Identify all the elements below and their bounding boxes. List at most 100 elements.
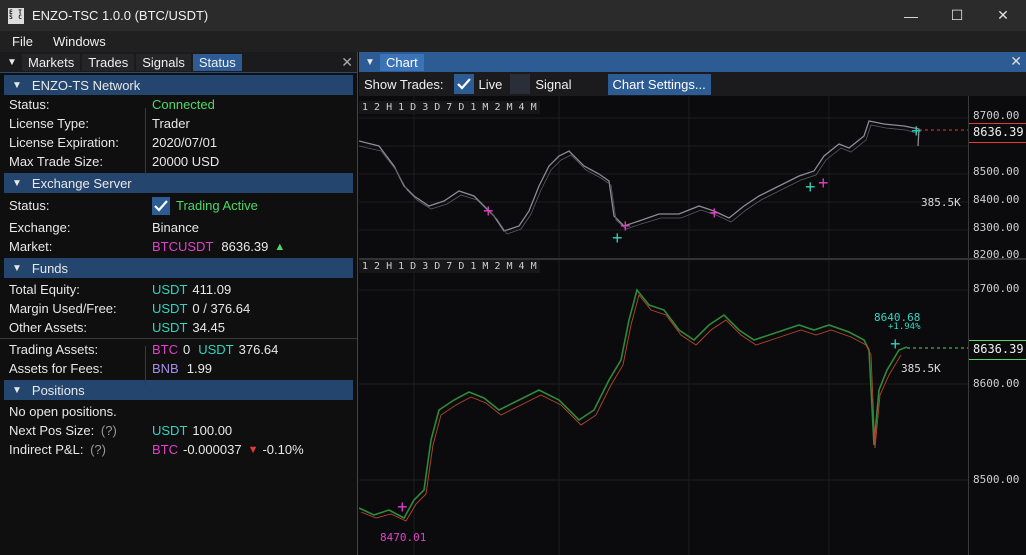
section-title: ENZO-TS Network xyxy=(31,77,141,93)
label: Status: xyxy=(9,97,50,112)
label: Margin Used/Free: xyxy=(9,301,117,316)
bottom-chart-svg xyxy=(358,260,968,555)
menu-file[interactable]: File xyxy=(4,34,41,49)
margin-value: 0 / 376.64 xyxy=(192,301,251,316)
bottom-price-axis: 8700.00 8600.00 8500.00 8636.39 xyxy=(968,260,1026,555)
section-network-header[interactable]: ▼ ENZO-TS Network xyxy=(4,75,353,95)
collapse-arrow-icon: ▼ xyxy=(12,79,22,91)
currency: USDT xyxy=(152,301,188,316)
tab-markets[interactable]: Markets xyxy=(22,53,81,71)
label: Assets for Fees: xyxy=(9,361,103,376)
section-exchange-header[interactable]: ▼ Exchange Server xyxy=(4,173,353,193)
trading-btc-value: 0 xyxy=(183,342,191,357)
top-volume-note: 385.5K xyxy=(921,196,961,209)
label: License Type: xyxy=(9,116,89,131)
checkmark-icon[interactable] xyxy=(152,196,170,215)
close-panel-icon[interactable]: ✕ xyxy=(1010,53,1022,70)
trading-assets-cell: BTC 0 USDT 376.64 xyxy=(152,342,278,357)
axis-label: 8600.00 xyxy=(973,377,1020,390)
market-price: 8636.39 xyxy=(221,239,269,254)
tab-trades[interactable]: Trades xyxy=(82,53,135,71)
collapse-arrow-icon: ▼ xyxy=(12,262,22,274)
price-down-arrow-icon: ▼ xyxy=(247,443,259,456)
market-symbol[interactable]: BTCUSDT xyxy=(152,239,213,254)
label: Other Assets: xyxy=(9,320,88,335)
label: Next Pos Size: xyxy=(9,423,95,438)
collapse-arrow-icon: ▼ xyxy=(12,384,22,396)
total-equity-cell: USDT 411.09 xyxy=(152,282,231,297)
chart-settings-button[interactable]: Chart Settings... xyxy=(607,73,711,95)
max-trade-row: Max Trade Size: 20000 USD xyxy=(0,152,357,171)
section-funds-header[interactable]: ▼ Funds xyxy=(4,258,353,278)
fees-cell: BNB 1.99 xyxy=(152,361,212,376)
bottom-price-tag: 8636.39 xyxy=(971,342,1025,358)
axis-label: 8500.00 xyxy=(973,473,1020,486)
section-positions-header[interactable]: ▼ Positions xyxy=(4,380,353,400)
signal-checkbox[interactable] xyxy=(510,74,531,94)
label: Indirect P&L: xyxy=(9,442,84,457)
live-label: Live xyxy=(478,76,503,92)
trading-assets-row: Trading Assets: BTC 0 USDT 376.64 xyxy=(0,340,357,359)
live-checkbox[interactable] xyxy=(453,74,474,94)
tab-menu-icon[interactable]: ▼ xyxy=(362,54,378,70)
label: Status: xyxy=(9,198,50,213)
timeframe-selector-top[interactable]: 1 2 H 1 D 3 D 7 D 1 M 2 M 4 M xyxy=(359,101,540,114)
help-icon[interactable]: (?) xyxy=(90,442,106,457)
trade-marker-icon[interactable]: + xyxy=(709,204,720,222)
label: Exchange: xyxy=(9,220,71,235)
currency: BTC xyxy=(152,442,178,457)
max-trade-value: 20000 USD xyxy=(152,154,220,169)
axis-label: 8400.00 xyxy=(973,193,1020,206)
status-panel: ▼ Markets Trades Signals Status ✕ ▼ ENZO… xyxy=(0,52,358,555)
other-assets-cell: USDT 34.45 xyxy=(152,320,225,335)
help-icon[interactable]: (?) xyxy=(101,423,117,438)
pnl-percent: -0.10% xyxy=(262,442,304,457)
currency: USDT xyxy=(152,320,188,335)
price-up-arrow-icon: ▲ xyxy=(274,240,286,253)
timeframe-selector-bottom[interactable]: 1 2 H 1 D 3 D 7 D 1 M 2 M 4 M xyxy=(359,260,540,273)
section-title: Positions xyxy=(31,382,85,398)
app-logo-icon: E T S C xyxy=(8,7,24,24)
top-price-axis: 8700.00 8500.00 8400.00 8300.00 8200.00 … xyxy=(968,96,1026,261)
axis-label: 8700.00 xyxy=(973,109,1020,122)
trading-usdt-value: 376.64 xyxy=(238,342,279,357)
trade-marker-icon[interactable]: + xyxy=(911,122,922,140)
top-chart[interactable] xyxy=(358,96,968,258)
pnl-label-cell: Indirect P&L: (?) xyxy=(9,442,106,457)
menu-windows[interactable]: Windows xyxy=(45,34,114,49)
tab-menu-icon[interactable]: ▼ xyxy=(4,54,20,70)
license-expiration-row: License Expiration: 2020/07/01 xyxy=(0,133,357,152)
trade-marker-icon[interactable]: + xyxy=(890,335,901,353)
minimize-button[interactable]: — xyxy=(888,0,934,31)
close-window-button[interactable]: ✕ xyxy=(980,0,1026,31)
show-trades-label: Show Trades: xyxy=(364,76,444,92)
collapse-arrow-icon: ▼ xyxy=(12,177,22,189)
no-positions-row: No open positions. xyxy=(0,402,357,421)
maximize-button[interactable]: ☐ xyxy=(934,0,980,31)
close-panel-icon[interactable]: ✕ xyxy=(341,54,353,71)
pnl-row: Indirect P&L: (?) BTC -0.000037 ▼ -0.10% xyxy=(0,440,357,459)
trade-marker-icon[interactable]: + xyxy=(818,174,829,192)
title-bar: E T S C ENZO-TSC 1.0.0 (BTC/USDT) — ☐ ✕ xyxy=(0,0,1026,31)
trade-marker-icon[interactable]: + xyxy=(397,498,408,516)
chart-tab-bar: ▼ Chart ✕ xyxy=(359,52,1026,72)
signal-label: Signal xyxy=(535,76,572,92)
bottom-chart[interactable] xyxy=(358,260,968,555)
tab-chart[interactable]: Chart xyxy=(380,53,424,71)
tab-signals[interactable]: Signals xyxy=(136,53,191,71)
trade-marker-icon[interactable]: + xyxy=(612,229,623,247)
trade-marker-icon[interactable]: + xyxy=(805,178,816,196)
pnl-cell: BTC -0.000037 ▼ -0.10% xyxy=(152,442,304,457)
trade-marker-icon[interactable]: + xyxy=(483,202,494,220)
label: Total Equity: xyxy=(9,282,80,297)
no-positions-text: No open positions. xyxy=(9,404,117,419)
section-title: Funds xyxy=(31,260,69,276)
next-pos-size-label-cell: Next Pos Size: (?) xyxy=(9,423,117,438)
network-status-row: Status: Connected xyxy=(0,95,357,114)
section-title: Exchange Server xyxy=(31,175,132,191)
next-pos-size-cell: USDT 100.00 xyxy=(152,423,232,438)
label: Trading Assets: xyxy=(9,342,99,357)
tab-status[interactable]: Status xyxy=(192,53,242,71)
left-tab-bar: ▼ Markets Trades Signals Status ✕ xyxy=(0,52,357,73)
next-pos-size-value: 100.00 xyxy=(192,423,233,438)
